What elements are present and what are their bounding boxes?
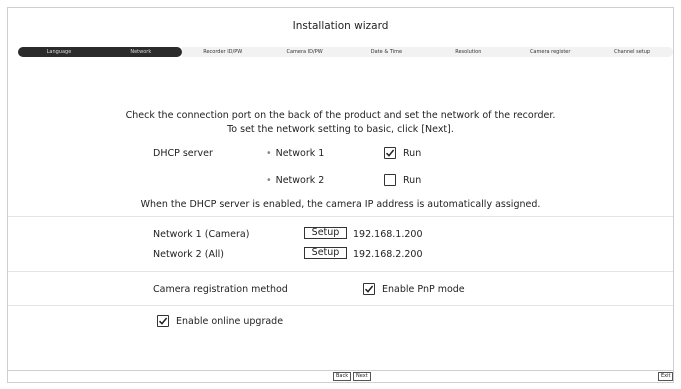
back-button[interactable]: Back xyxy=(333,372,352,381)
network-1-ip: 192.168.1.200 xyxy=(353,229,423,240)
next-button[interactable]: Next xyxy=(353,372,371,381)
wizard-footer: Back Next Exit xyxy=(8,370,674,382)
dhcp-network-1-run-checkbox[interactable] xyxy=(384,147,396,159)
camera-registration-label: Camera registration method xyxy=(153,284,288,295)
dhcp-server-label: DHCP server xyxy=(153,148,213,159)
network-1-setup-button[interactable]: Setup xyxy=(304,227,347,239)
divider xyxy=(8,305,673,306)
dhcp-network-2-run-checkbox[interactable] xyxy=(384,174,396,186)
dhcp-network-2-run-label: Run xyxy=(403,175,422,186)
divider xyxy=(8,216,673,217)
network-2-ip: 192.168.2.200 xyxy=(353,249,423,260)
online-upgrade-checkbox[interactable] xyxy=(157,315,169,327)
window-title: Installation wizard xyxy=(292,20,389,32)
bullet-icon: • xyxy=(266,175,272,186)
network-2-all-label: Network 2 (All) xyxy=(153,249,224,260)
online-upgrade-label: Enable online upgrade xyxy=(176,316,284,327)
checkmark-icon xyxy=(385,149,395,157)
exit-button[interactable]: Exit xyxy=(658,372,674,381)
dhcp-note: When the DHCP server is enabled, the cam… xyxy=(140,199,541,210)
step-camera-id-pw[interactable]: Camera ID/PW xyxy=(263,47,346,57)
step-language[interactable]: Language xyxy=(18,47,100,57)
network-2-setup-button[interactable]: Setup xyxy=(304,247,347,259)
enable-pnp-label: Enable PnP mode xyxy=(382,284,465,295)
intro-line-2: To set the network setting to basic, cli… xyxy=(227,124,454,135)
step-date-time[interactable]: Date & Time xyxy=(345,47,428,57)
checkmark-icon xyxy=(364,285,374,293)
step-recorder-id-pw[interactable]: Recorder ID/PW xyxy=(181,47,264,57)
dhcp-network-1-run-label: Run xyxy=(403,148,422,159)
dhcp-network-2: • Network 2 xyxy=(266,175,324,186)
installation-wizard-window: Installation wizard Language Network Rec… xyxy=(7,7,674,383)
enable-pnp-checkbox[interactable] xyxy=(363,283,375,295)
dhcp-network-2-label: Network 2 xyxy=(275,175,325,186)
network-1-camera-label: Network 1 (Camera) xyxy=(153,229,250,240)
step-network[interactable]: Network xyxy=(99,47,182,57)
bullet-icon: • xyxy=(266,148,272,159)
step-resolution[interactable]: Resolution xyxy=(427,47,510,57)
dhcp-network-1: • Network 1 xyxy=(266,148,324,159)
dhcp-network-1-label: Network 1 xyxy=(275,148,325,159)
wizard-steps: Language Network Recorder ID/PW Camera I… xyxy=(18,47,673,57)
step-channel-setup[interactable]: Channel setup xyxy=(591,47,673,57)
intro-line-1: Check the connection port on the back of… xyxy=(125,110,556,121)
checkmark-icon xyxy=(158,317,168,325)
divider xyxy=(8,271,673,272)
step-camera-register[interactable]: Camera register xyxy=(509,47,592,57)
